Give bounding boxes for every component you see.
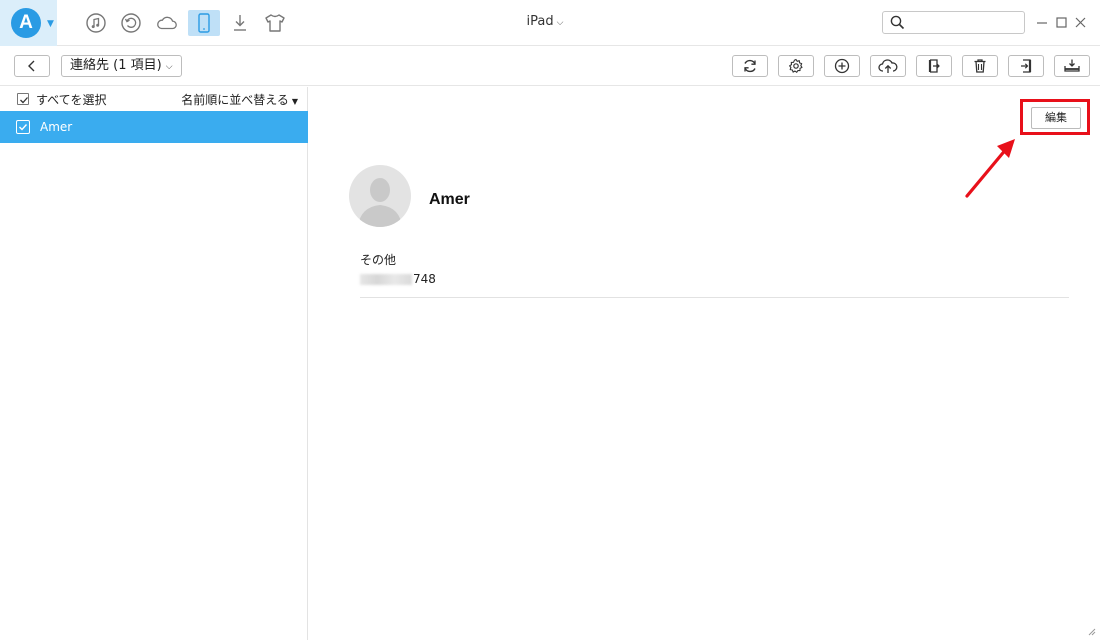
download-to-pc-icon — [1064, 59, 1080, 72]
export-button[interactable] — [916, 55, 952, 77]
contact-detail-panel: 編集 Amer その他 748 — [309, 87, 1100, 640]
caret-down-icon: ▼ — [291, 97, 298, 106]
field-value-text: 748 — [413, 272, 436, 286]
checkmark-icon — [20, 97, 28, 104]
upload-button[interactable] — [870, 55, 906, 77]
contact-checkbox[interactable] — [16, 120, 30, 134]
minimize-button[interactable] — [1034, 13, 1050, 31]
field-label: その他 — [360, 253, 397, 267]
history-icon[interactable] — [119, 11, 143, 35]
select-all-checkbox[interactable] — [17, 93, 29, 105]
resize-grip-icon[interactable] — [1086, 626, 1096, 636]
contact-name: Amer — [40, 120, 73, 134]
search-icon — [890, 15, 905, 33]
select-all-label[interactable]: すべてを選択 — [36, 91, 106, 108]
contact-list-item[interactable]: Amer — [0, 111, 308, 143]
add-button[interactable] — [824, 55, 860, 77]
download-icon[interactable] — [228, 11, 252, 35]
export-icon — [928, 59, 940, 73]
maximize-button[interactable] — [1053, 13, 1069, 31]
download-to-pc-button[interactable] — [1054, 55, 1090, 77]
cloud-icon[interactable] — [155, 11, 179, 35]
contact-list-panel: すべてを選択 名前順に並べ替える ▼ Amer — [0, 87, 308, 640]
device-selector[interactable]: iPad ⌵ — [500, 14, 590, 29]
checkmark-icon — [19, 124, 28, 131]
trash-icon — [974, 59, 986, 73]
chevron-left-icon — [28, 60, 35, 72]
refresh-icon — [744, 59, 756, 73]
chevron-down-icon: ⌵ — [165, 62, 173, 72]
tshirt-icon[interactable] — [263, 11, 287, 35]
app-menu[interactable]: A ▼ — [0, 0, 57, 46]
blurred-number — [360, 274, 412, 285]
field-value: 748 — [360, 272, 436, 286]
delete-button[interactable] — [962, 55, 998, 77]
chevron-down-icon: ▼ — [47, 19, 54, 29]
sort-dropdown[interactable]: 名前順に並べ替える ▼ — [181, 91, 298, 108]
app-logo-icon: A — [11, 8, 41, 38]
refresh-button[interactable] — [732, 55, 768, 77]
edit-button[interactable]: 編集 — [1031, 107, 1081, 129]
music-icon[interactable] — [84, 11, 108, 35]
person-silhouette-icon — [358, 178, 402, 227]
import-icon — [1021, 59, 1032, 73]
red-arrow-icon — [965, 139, 1015, 198]
close-button[interactable] — [1072, 13, 1088, 31]
category-dropdown[interactable]: 連絡先 (1 項目) ⌵ — [61, 55, 182, 77]
upload-icon — [878, 59, 898, 73]
list-header: すべてを選択 名前順に並べ替える ▼ — [0, 87, 308, 111]
avatar — [349, 165, 411, 227]
divider — [360, 297, 1069, 298]
import-button[interactable] — [1008, 55, 1044, 77]
toolbar: 連絡先 (1 項目) ⌵ — [0, 46, 1100, 86]
title-bar: A ▼ iPad ⌵ — [0, 0, 1100, 46]
device-icon[interactable] — [188, 10, 220, 36]
add-icon — [834, 58, 850, 74]
settings-button[interactable] — [778, 55, 814, 77]
contact-title: Amer — [429, 191, 470, 208]
category-label: 連絡先 (1 項目) — [70, 58, 162, 73]
chevron-down-icon: ⌵ — [556, 18, 564, 28]
back-button[interactable] — [14, 55, 50, 77]
sort-label: 名前順に並べ替える — [181, 93, 289, 107]
device-name: iPad — [526, 14, 554, 29]
settings-icon — [789, 58, 803, 73]
search-input[interactable] — [882, 11, 1025, 34]
